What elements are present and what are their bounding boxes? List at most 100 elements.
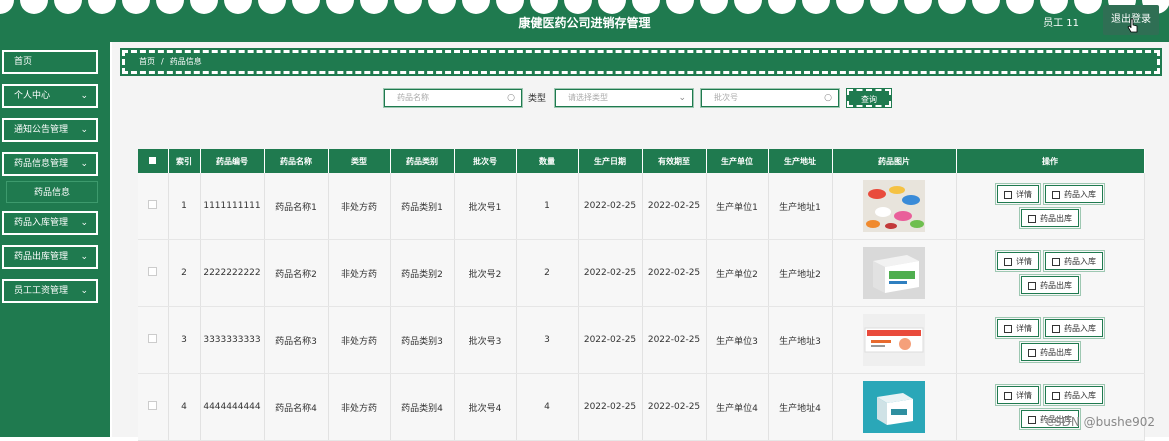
cell-batch: 批次号2 — [454, 239, 517, 307]
cell-exp-date: 2022-02-25 — [642, 239, 707, 307]
breadcrumb: 首页 / 药品信息 — [120, 48, 1162, 76]
table-header-row: 索引 药品编号 药品名称 类型 药品类别 批次号 数量 生产日期 有效期至 生产… — [138, 149, 1145, 173]
row-checkbox[interactable] — [148, 267, 158, 276]
cell-mfg-date: 2022-02-25 — [578, 373, 643, 441]
sidebar-item-label: 药品入库管理 — [14, 218, 69, 228]
cell-image — [832, 173, 957, 240]
watermark: CSDN @bushe902 — [1045, 415, 1155, 429]
drug-teal-box-image — [863, 381, 925, 433]
cell-address: 生产地址1 — [768, 173, 833, 240]
column-header: 药品编号 — [200, 149, 265, 173]
cell-qty: 2 — [516, 239, 579, 307]
sidebar-item-stock-in[interactable]: 药品入库管理 ⌄ — [1, 210, 99, 236]
column-header: 类型 — [328, 149, 391, 173]
column-header: 药品名称 — [264, 149, 329, 173]
stock-in-button[interactable]: 药品入库 — [1043, 250, 1105, 272]
cell-actions: 详情 药品入库 药品出库 — [956, 373, 1145, 441]
hand-cursor-icon — [1127, 18, 1138, 33]
column-header: 药品图片 — [832, 149, 957, 173]
cell-index: 2 — [168, 239, 201, 307]
cell-unit: 生产单位4 — [706, 373, 769, 441]
sidebar-item-label: 员工工资管理 — [14, 286, 69, 296]
stock-in-button[interactable]: 药品入库 — [1043, 384, 1105, 406]
input-placeholder: 批次号 — [714, 93, 738, 102]
drug-name-input[interactable]: 药品名称 ○ — [383, 88, 523, 108]
cell-image — [832, 239, 957, 307]
drug-table: 索引 药品编号 药品名称 类型 药品类别 批次号 数量 生产日期 有效期至 生产… — [138, 149, 1145, 441]
user-label: 员工 11 — [1043, 18, 1079, 29]
cell-type: 非处方药 — [328, 306, 391, 374]
cell-type: 非处方药 — [328, 173, 391, 240]
cell-code: 2222222222 — [200, 239, 265, 307]
document-icon — [1028, 281, 1036, 290]
breadcrumb-current: 药品信息 — [169, 57, 202, 66]
cell-name: 药品名称4 — [264, 373, 329, 441]
stock-out-button[interactable]: 药品出库 — [1019, 274, 1081, 296]
cell-code: 3333333333 — [200, 306, 265, 374]
cell-unit: 生产单位1 — [706, 173, 769, 240]
cell-type: 非处方药 — [328, 239, 391, 307]
batch-number-input[interactable]: 批次号 ○ — [700, 88, 840, 108]
detail-button[interactable]: 详情 — [995, 384, 1041, 406]
sidebar-item-label: 首页 — [14, 57, 33, 67]
sidebar-subitem-drug-info[interactable]: 药品信息 — [6, 181, 98, 203]
cell-category: 药品类别3 — [390, 306, 455, 374]
type-label: 类型 — [528, 94, 547, 104]
chevron-down-icon: ⌄ — [80, 125, 88, 135]
sidebar-item-drug-info[interactable]: 药品信息管理 ⌄ — [1, 151, 99, 177]
column-header: 生产日期 — [578, 149, 643, 173]
cell-exp-date: 2022-02-25 — [642, 173, 707, 240]
cell-address: 生产地址3 — [768, 306, 833, 374]
select-all-header[interactable] — [138, 149, 169, 173]
search-icon: ○ — [507, 93, 515, 103]
cell-index: 3 — [168, 306, 201, 374]
row-checkbox[interactable] — [148, 334, 158, 343]
sidebar-item-stock-out[interactable]: 药品出库管理 ⌄ — [1, 244, 99, 270]
detail-button[interactable]: 详情 — [995, 183, 1041, 205]
cell-code: 4444444444 — [200, 373, 265, 441]
row-checkbox-cell — [138, 306, 169, 374]
top-bar: 康健医药公司进销存管理 员工 11 退出登录 — [0, 0, 1169, 42]
cell-mfg-date: 2022-02-25 — [578, 239, 643, 307]
type-select[interactable]: 请选择类型 ⌄ — [554, 88, 694, 108]
table-row: 2 2222222222 药品名称2 非处方药 药品类别2 批次号2 2 202… — [138, 239, 1145, 307]
cell-unit: 生产单位3 — [706, 306, 769, 374]
detail-button[interactable]: 详情 — [995, 317, 1041, 339]
cell-name: 药品名称1 — [264, 173, 329, 240]
button-label: 药品出库 — [1040, 348, 1072, 357]
sidebar-item-salary[interactable]: 员工工资管理 ⌄ — [1, 278, 99, 304]
button-label: 药品出库 — [1040, 281, 1072, 290]
sidebar-item-home[interactable]: 首页 — [1, 49, 99, 75]
row-checkbox[interactable] — [148, 401, 158, 410]
button-label: 详情 — [1016, 190, 1032, 199]
sidebar-item-label: 个人中心 — [14, 91, 51, 101]
query-button[interactable]: 查询 — [846, 88, 892, 108]
column-header: 索引 — [168, 149, 201, 173]
button-label: 详情 — [1016, 257, 1032, 266]
sidebar-item-personal-center[interactable]: 个人中心 ⌄ — [1, 83, 99, 109]
stock-out-button[interactable]: 药品出库 — [1019, 341, 1081, 363]
cell-category: 药品类别1 — [390, 173, 455, 240]
cell-image — [832, 373, 957, 441]
document-icon — [1052, 324, 1060, 333]
document-icon — [1004, 324, 1012, 333]
column-header: 生产单位 — [706, 149, 769, 173]
document-icon — [1004, 391, 1012, 400]
select-all-checkbox[interactable] — [149, 156, 157, 164]
document-icon — [1028, 348, 1036, 357]
detail-button[interactable]: 详情 — [995, 250, 1041, 272]
input-placeholder: 药品名称 — [397, 93, 429, 102]
stock-in-button[interactable]: 药品入库 — [1043, 183, 1105, 205]
document-icon — [1004, 257, 1012, 266]
cell-batch: 批次号3 — [454, 306, 517, 374]
breadcrumb-home[interactable]: 首页 — [139, 57, 155, 66]
cell-index: 1 — [168, 173, 201, 240]
row-checkbox[interactable] — [148, 200, 158, 209]
cell-actions: 详情 药品入库 药品出库 — [956, 239, 1145, 307]
chevron-down-icon: ⌄ — [80, 286, 88, 296]
stock-out-button[interactable]: 药品出库 — [1019, 207, 1081, 229]
drug-box-image — [863, 247, 925, 299]
stock-in-button[interactable]: 药品入库 — [1043, 317, 1105, 339]
sidebar-item-notice[interactable]: 通知公告管理 ⌄ — [1, 117, 99, 143]
drug-pills-image — [863, 180, 925, 232]
